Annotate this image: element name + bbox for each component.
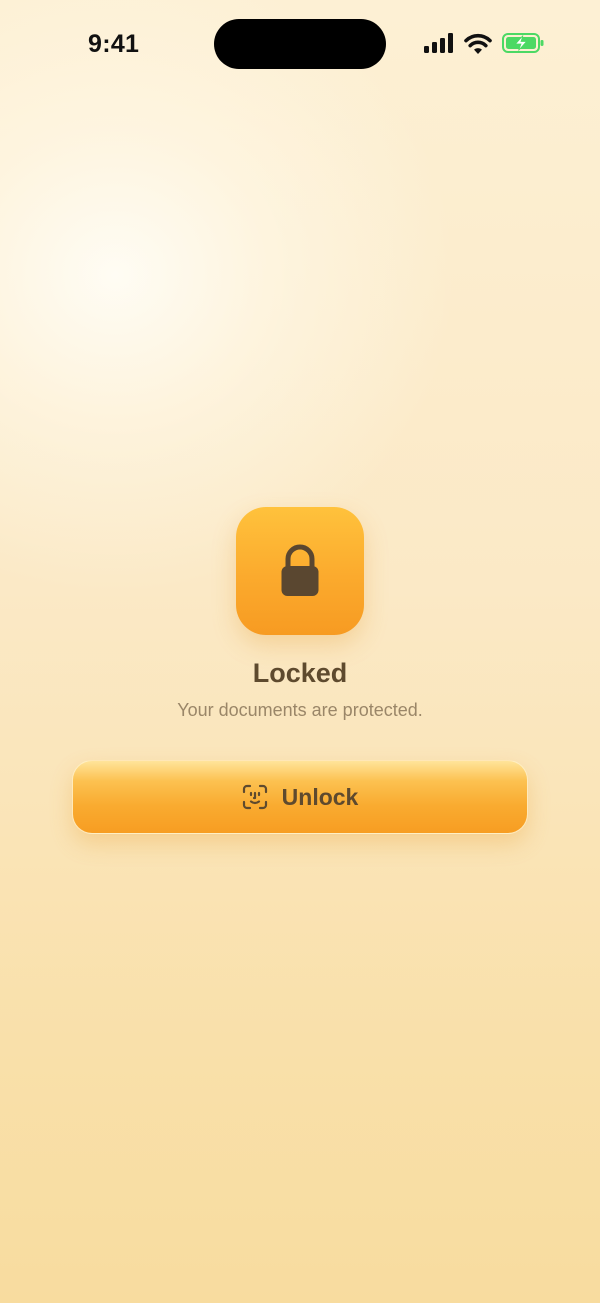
locked-title: Locked [252,658,348,688]
cellular-signal-icon [424,33,454,53]
locked-subtitle: Your documents are protected. [177,700,423,720]
battery-charging-icon [502,32,544,54]
face-id-icon [242,784,268,810]
lock-app-icon [236,507,364,635]
status-bar: 9:41 [0,0,600,90]
lock-icon [280,544,320,598]
dynamic-island [214,19,386,69]
wifi-icon [464,33,492,54]
status-icons [424,32,544,54]
unlock-button-label: Unlock [281,783,359,810]
status-time: 9:41 [88,30,140,58]
unlock-button[interactable]: Unlock [72,760,528,834]
